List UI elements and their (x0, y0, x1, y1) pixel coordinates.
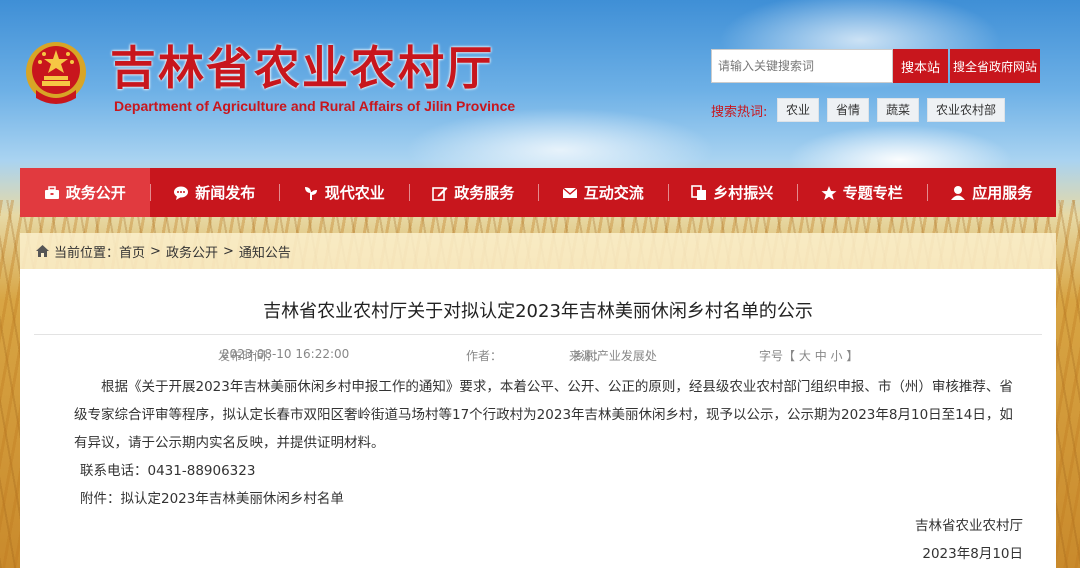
title-divider (34, 334, 1042, 335)
article-panel: 吉林省农业农村厅关于对拟认定2023年吉林美丽休闲乡村名单的公示 发布时间： 2… (20, 269, 1056, 568)
article-paragraph: 根据《关于开展2023年吉林美丽休闲乡村申报工作的通知》要求，本着公平、公开、公… (74, 379, 1013, 451)
attachment-line: 附件：拟认定2023年吉林美丽休闲乡村名单 (74, 485, 1024, 513)
nav-item-modern-agriculture[interactable]: 现代农业 (279, 168, 409, 217)
hot-words-list: 农业 省情 蔬菜 农业农村部 (777, 98, 1006, 122)
font-size-label: 字号 (759, 349, 784, 363)
nav-item-label: 乡村振兴 (713, 184, 774, 202)
main-nav: 政务公开 新闻发布 现代农业 政务服务 互动交流 乡村振兴 专题专栏 应用服务 (20, 168, 1056, 217)
breadcrumb-prefix: 当前位置： (54, 245, 120, 261)
search-province-gov-button[interactable]: 搜全省政府网站 (950, 49, 1040, 83)
nav-item-news[interactable]: 新闻发布 (149, 168, 280, 217)
breadcrumb-home-link[interactable]: 首页 (119, 242, 145, 261)
nav-item-interaction[interactable]: 互动交流 (538, 168, 668, 217)
font-size-large-button[interactable]: 大 (799, 349, 811, 363)
breadcrumb: 当前位置： 首页 > 政务公开 > 通知公告 (20, 233, 1056, 269)
source-value: 乡村产业发展处 (572, 349, 657, 363)
article-body: 根据《关于开展2023年吉林美丽休闲乡村申报工作的通知》要求，本着公平、公开、公… (74, 373, 1024, 513)
nav-item-rural-revitalization[interactable]: 乡村振兴 (667, 168, 798, 217)
font-size-close-bracket: 】 (846, 349, 859, 363)
hot-word-tag[interactable]: 农业 (777, 98, 820, 122)
publish-time-value: 2023-08-10 16:22:00 (221, 347, 350, 361)
nav-item-label: 专题专栏 (842, 184, 903, 202)
nav-item-government-services[interactable]: 政务服务 (408, 168, 539, 217)
contact-phone: 联系电话：0431-88906323 (80, 463, 256, 479)
font-size-open-bracket: 【 (783, 349, 796, 363)
publish-time: 发布时间： 2023-08-10 16:22:00 (218, 347, 349, 363)
attachment-label: 附件： (80, 491, 121, 507)
font-size-small-button[interactable]: 小 (831, 349, 843, 363)
nav-item-label: 政务公开 (65, 184, 126, 202)
seedling-icon (304, 186, 317, 200)
breadcrumb-separator: > (222, 243, 234, 259)
nav-item-label: 新闻发布 (195, 184, 256, 202)
mail-icon (562, 186, 578, 198)
nav-item-special-topics[interactable]: 专题专栏 (797, 168, 927, 217)
signature-org: 吉林省农业农村厅 (915, 518, 1023, 534)
national-emblem-icon (26, 42, 86, 104)
nav-item-label: 现代农业 (324, 184, 385, 202)
nav-item-government-affairs[interactable]: 政务公开 (20, 168, 150, 217)
site-title: 吉林省农业农村厅 (110, 41, 494, 95)
breadcrumb-separator: > (150, 243, 161, 259)
copy-icon (691, 184, 707, 200)
source: 来源： 乡村产业发展处 (569, 347, 657, 363)
edit-icon (432, 186, 448, 201)
hot-word-tag[interactable]: 农业农村部 (927, 98, 1006, 122)
nav-item-app-services[interactable]: 应用服务 (926, 168, 1057, 217)
author-label: 作者： (466, 349, 503, 363)
nav-item-label: 政务服务 (454, 184, 515, 202)
home-icon (36, 245, 49, 257)
signature-date: 2023年8月10日 (922, 546, 1023, 562)
user-icon (951, 185, 966, 200)
hot-word-tag[interactable]: 省情 (827, 98, 870, 122)
briefcase-icon (44, 185, 59, 199)
nav-item-label: 互动交流 (583, 184, 644, 202)
breadcrumb-gov-affairs-link[interactable]: 政务公开 (166, 242, 218, 261)
site-subtitle: Department of Agriculture and Rural Affa… (114, 98, 516, 114)
star-icon (821, 185, 837, 200)
hot-words-label: 搜索热词: (711, 105, 768, 120)
nav-item-label: 应用服务 (972, 184, 1033, 202)
search-input[interactable] (711, 49, 893, 83)
breadcrumb-notices-link[interactable]: 通知公告 (239, 242, 291, 261)
attachment-link[interactable]: 拟认定2023年吉林美丽休闲乡村名单 (121, 491, 344, 507)
font-size-medium-button[interactable]: 中 (815, 349, 827, 363)
hot-word-tag[interactable]: 蔬菜 (877, 98, 920, 122)
search-site-button[interactable]: 搜本站 (893, 49, 948, 83)
article-title: 吉林省农业农村厅关于对拟认定2023年吉林美丽休闲乡村名单的公示 (263, 301, 813, 322)
chat-bubble-icon (174, 186, 189, 200)
font-size-control: 字号【 大 中 小 】 (759, 347, 858, 364)
